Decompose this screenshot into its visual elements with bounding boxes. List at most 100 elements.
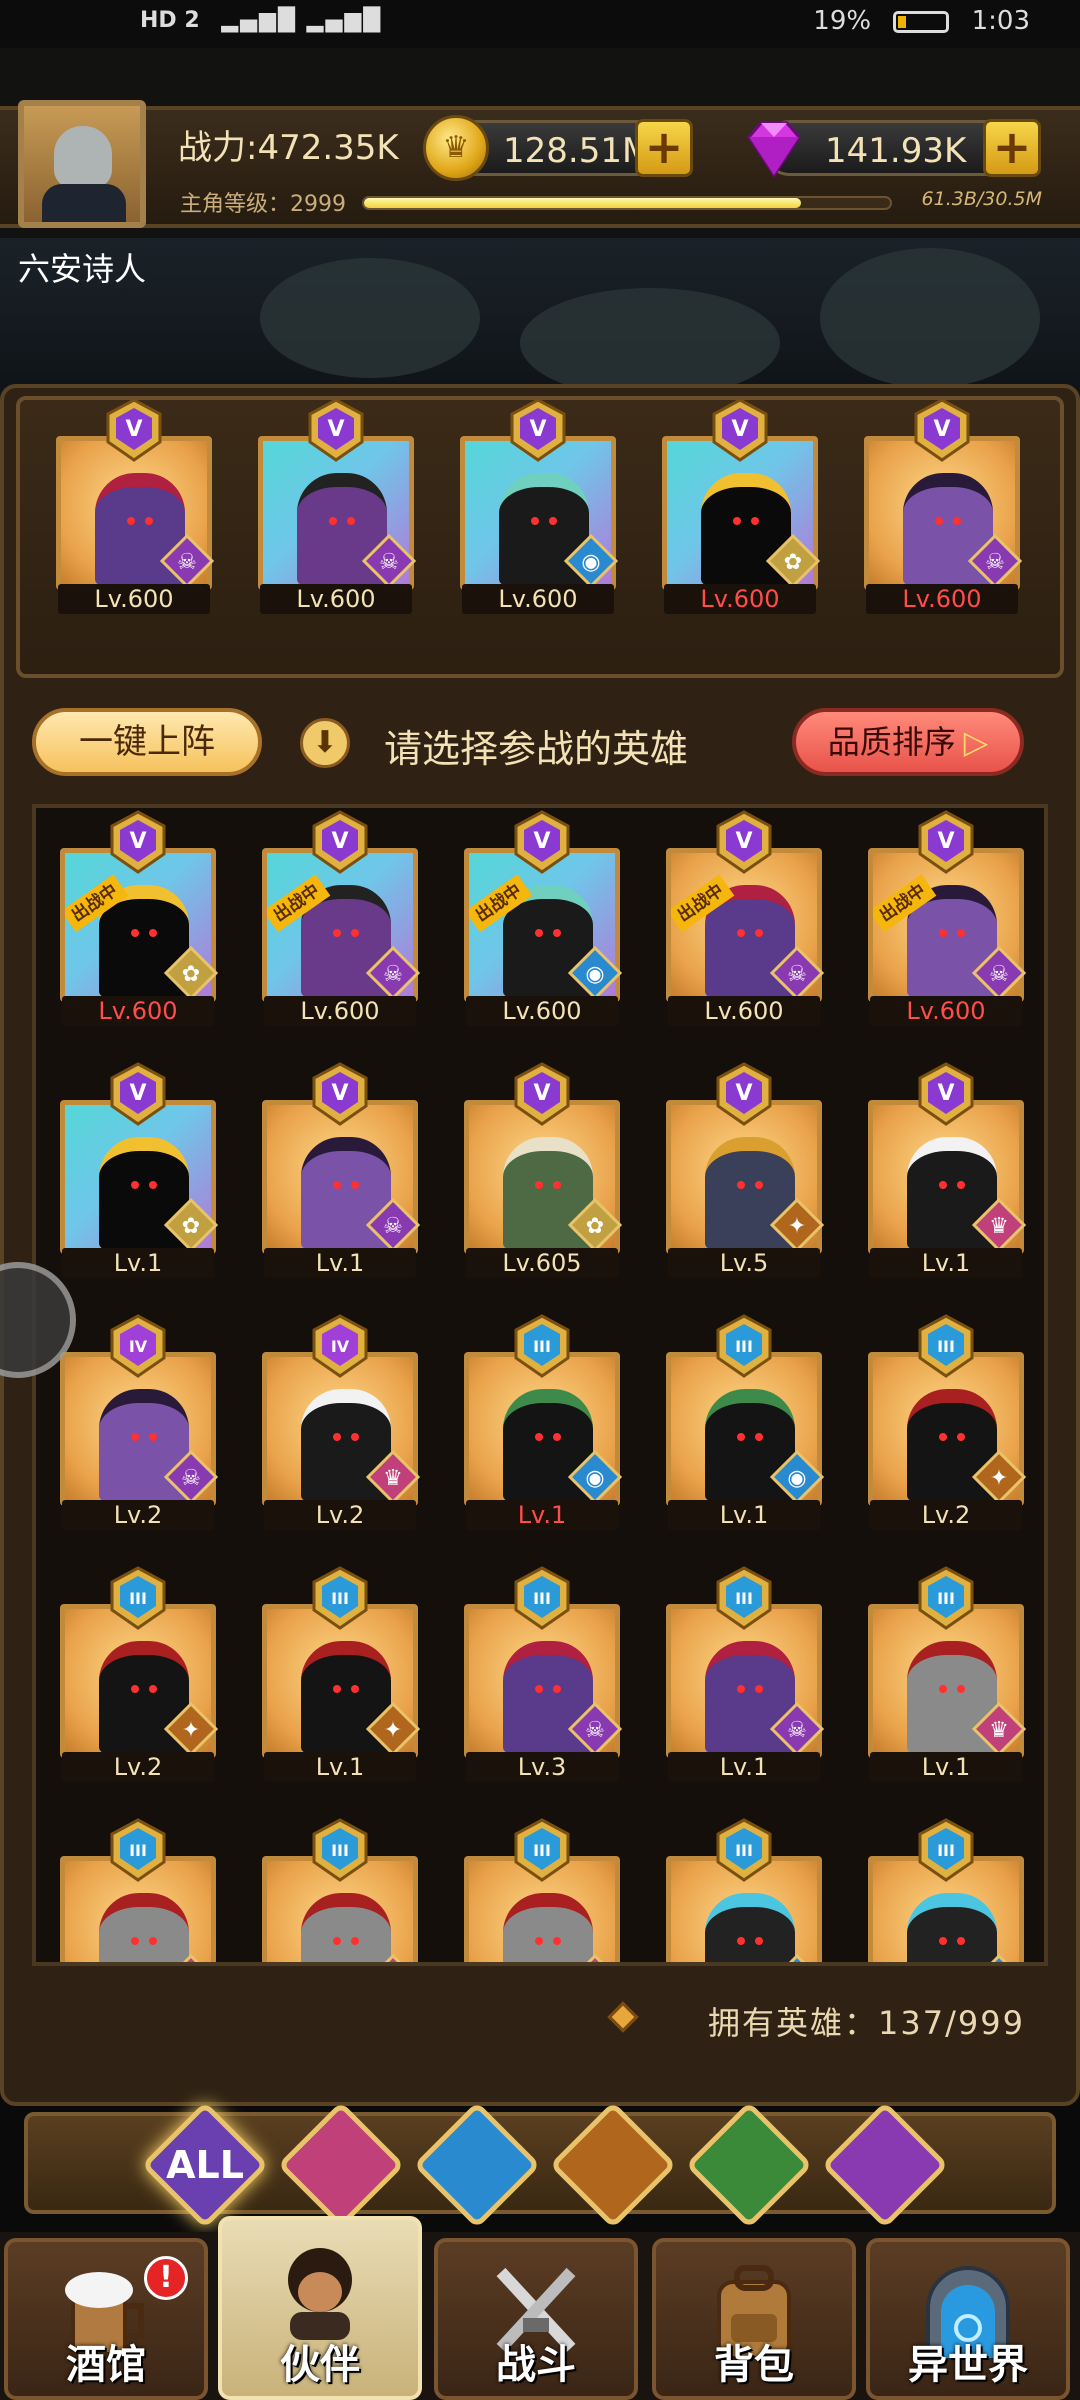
hero-card[interactable]: III ◉ Lv.1: [464, 1314, 622, 1530]
king-class-icon: ♛: [366, 1450, 420, 1504]
svg-text:V: V: [129, 1081, 146, 1106]
hero-level: Lv.605: [466, 1248, 618, 1278]
demon-class-icon: ☠: [968, 534, 1022, 588]
hero-grid[interactable]: 出战中 V ✿ Lv.600 出战中 V ☠ Lv.600 出战中 V ◉ Lv…: [32, 804, 1048, 1966]
top-header: 战力:472.35K 主角等级：2999 61.3B/30.5M ♛ 128.5…: [0, 48, 1080, 238]
add-gems-button[interactable]: +: [983, 119, 1041, 177]
hero-card[interactable]: 出战中 V ☠ Lv.600: [868, 810, 1026, 1026]
filter-tab[interactable]: [277, 2101, 405, 2229]
team-slot[interactable]: V ◉ Lv.600: [460, 398, 618, 614]
hero-level: Lv.2: [62, 1752, 214, 1782]
add-gold-button[interactable]: +: [635, 119, 693, 177]
hero-card[interactable]: III ✦ Lv.2: [868, 1314, 1026, 1530]
companion-icon: [288, 2248, 352, 2340]
download-arrow-icon: ⬇: [300, 718, 350, 768]
rank-badge-icon: V: [712, 398, 768, 462]
team-slot[interactable]: V ☠ Lv.600: [258, 398, 416, 614]
hero-level: Lv.600: [58, 584, 210, 614]
filter-label: [556, 2108, 670, 2222]
svg-text:V: V: [937, 829, 954, 854]
svg-text:III: III: [937, 1589, 955, 1608]
hero-card[interactable]: V ♛ Lv.1: [868, 1062, 1026, 1278]
svg-text:IV: IV: [331, 1337, 350, 1356]
hero-card[interactable]: III ✦ Lv.1: [262, 1566, 420, 1782]
svg-text:◉: ◉: [581, 550, 600, 575]
svg-text:III: III: [735, 1841, 753, 1860]
svg-text:☠: ☠: [383, 1214, 403, 1239]
svg-text:V: V: [735, 829, 752, 854]
hero-card[interactable]: V ☠ Lv.1: [262, 1062, 420, 1278]
fish-class-icon: ◉: [568, 1450, 622, 1504]
rank-badge-icon: III: [716, 1566, 772, 1630]
svg-text:V: V: [533, 829, 550, 854]
svg-text:V: V: [529, 417, 546, 442]
svg-text:✦: ✦: [182, 1718, 200, 1743]
svg-text:V: V: [937, 1081, 954, 1106]
elf-class-icon: ✿: [766, 534, 820, 588]
owned-heroes-count: 拥有英雄：137/999: [708, 2004, 1025, 2042]
team-slot[interactable]: V ☠ Lv.600: [56, 398, 214, 614]
svg-text:III: III: [533, 1589, 551, 1608]
hero-card[interactable]: V ✿ Lv.605: [464, 1062, 622, 1278]
level-progress-bar: [362, 196, 892, 210]
nav-companion[interactable]: 伙伴: [218, 2216, 422, 2400]
hero-level: Lv.1: [870, 1752, 1022, 1782]
hero-card[interactable]: III ♛: [262, 1818, 418, 1962]
quality-sort-button[interactable]: 品质排序 ▷: [792, 708, 1024, 776]
team-slot[interactable]: V ☠ Lv.600: [864, 398, 1022, 614]
hero-card[interactable]: III ♛ Lv.1: [868, 1566, 1026, 1782]
status-bar: HD 2 ▂▄▆█ ▂▄▆█ 19% 1:03: [0, 0, 1080, 48]
filter-label: ALL: [166, 2143, 244, 2187]
svg-text:♛: ♛: [989, 1214, 1009, 1239]
svg-text:✦: ✦: [788, 1214, 806, 1239]
hero-card[interactable]: 出战中 V ☠ Lv.600: [666, 810, 824, 1026]
combat-power: 战力:472.35K: [178, 128, 399, 168]
svg-text:✦: ✦: [990, 1466, 1008, 1491]
demon-class-icon: ☠: [362, 534, 416, 588]
hero-level: Lv.2: [870, 1500, 1022, 1530]
nav-backpack[interactable]: 背包: [652, 2238, 856, 2400]
hero-card[interactable]: V ✦ Lv.5: [666, 1062, 824, 1278]
hero-card[interactable]: 出战中 V ◉ Lv.600: [464, 810, 622, 1026]
fish-class-icon: ◉: [564, 534, 618, 588]
hero-card[interactable]: V ✿ Lv.1: [60, 1062, 218, 1278]
svg-text:III: III: [735, 1589, 753, 1608]
hero-card[interactable]: III ☠ Lv.3: [464, 1566, 622, 1782]
nav-crossed-swords[interactable]: 战斗: [434, 2238, 638, 2400]
hero-level: Lv.2: [264, 1500, 416, 1530]
svg-text:☠: ☠: [787, 962, 807, 987]
hero-card[interactable]: 出战中 V ☠ Lv.600: [262, 810, 420, 1026]
hero-card[interactable]: III ◉: [868, 1818, 1024, 1962]
hero-card[interactable]: IV ☠ Lv.2: [60, 1314, 218, 1530]
quick-deploy-button[interactable]: 一键上阵: [32, 708, 262, 776]
rank-badge-icon: III: [716, 1818, 772, 1882]
filter-tab[interactable]: ALL: [141, 2101, 269, 2229]
hero-level: Lv.600: [466, 996, 618, 1026]
filter-tab[interactable]: [549, 2101, 677, 2229]
hero-card[interactable]: III ♛: [60, 1818, 216, 1962]
hero-card[interactable]: 出战中 V ✿ Lv.600: [60, 810, 218, 1026]
nav-label: 酒馆: [66, 2342, 146, 2388]
nav-beer-mug[interactable]: 酒馆!: [4, 2238, 208, 2400]
hero-card[interactable]: III ◉ Lv.1: [666, 1314, 824, 1530]
player-avatar[interactable]: [18, 100, 146, 228]
filter-tab[interactable]: [821, 2101, 949, 2229]
svg-text:☠: ☠: [383, 962, 403, 987]
hero-card[interactable]: III ✦ Lv.2: [60, 1566, 218, 1782]
hero-card[interactable]: III ◉: [666, 1818, 822, 1962]
avatar-body: [42, 184, 126, 222]
demon-class-icon: ☠: [164, 1450, 218, 1504]
filter-tab[interactable]: [685, 2101, 813, 2229]
svg-text:✦: ✦: [384, 1718, 402, 1743]
svg-text:V: V: [735, 1081, 752, 1106]
hero-card[interactable]: IV ♛ Lv.2: [262, 1314, 420, 1530]
rank-badge-icon: V: [106, 398, 162, 462]
filter-tab[interactable]: [413, 2101, 541, 2229]
nav-portal[interactable]: 异世界: [866, 2238, 1070, 2400]
hero-level: Lv.600: [260, 584, 412, 614]
hero-card[interactable]: III ♛: [464, 1818, 620, 1962]
hero-card[interactable]: III ☠ Lv.1: [666, 1566, 824, 1782]
rank-badge-icon: III: [514, 1314, 570, 1378]
team-slot[interactable]: V ✿ Lv.600: [662, 398, 820, 614]
svg-text:✿: ✿: [182, 1214, 200, 1239]
